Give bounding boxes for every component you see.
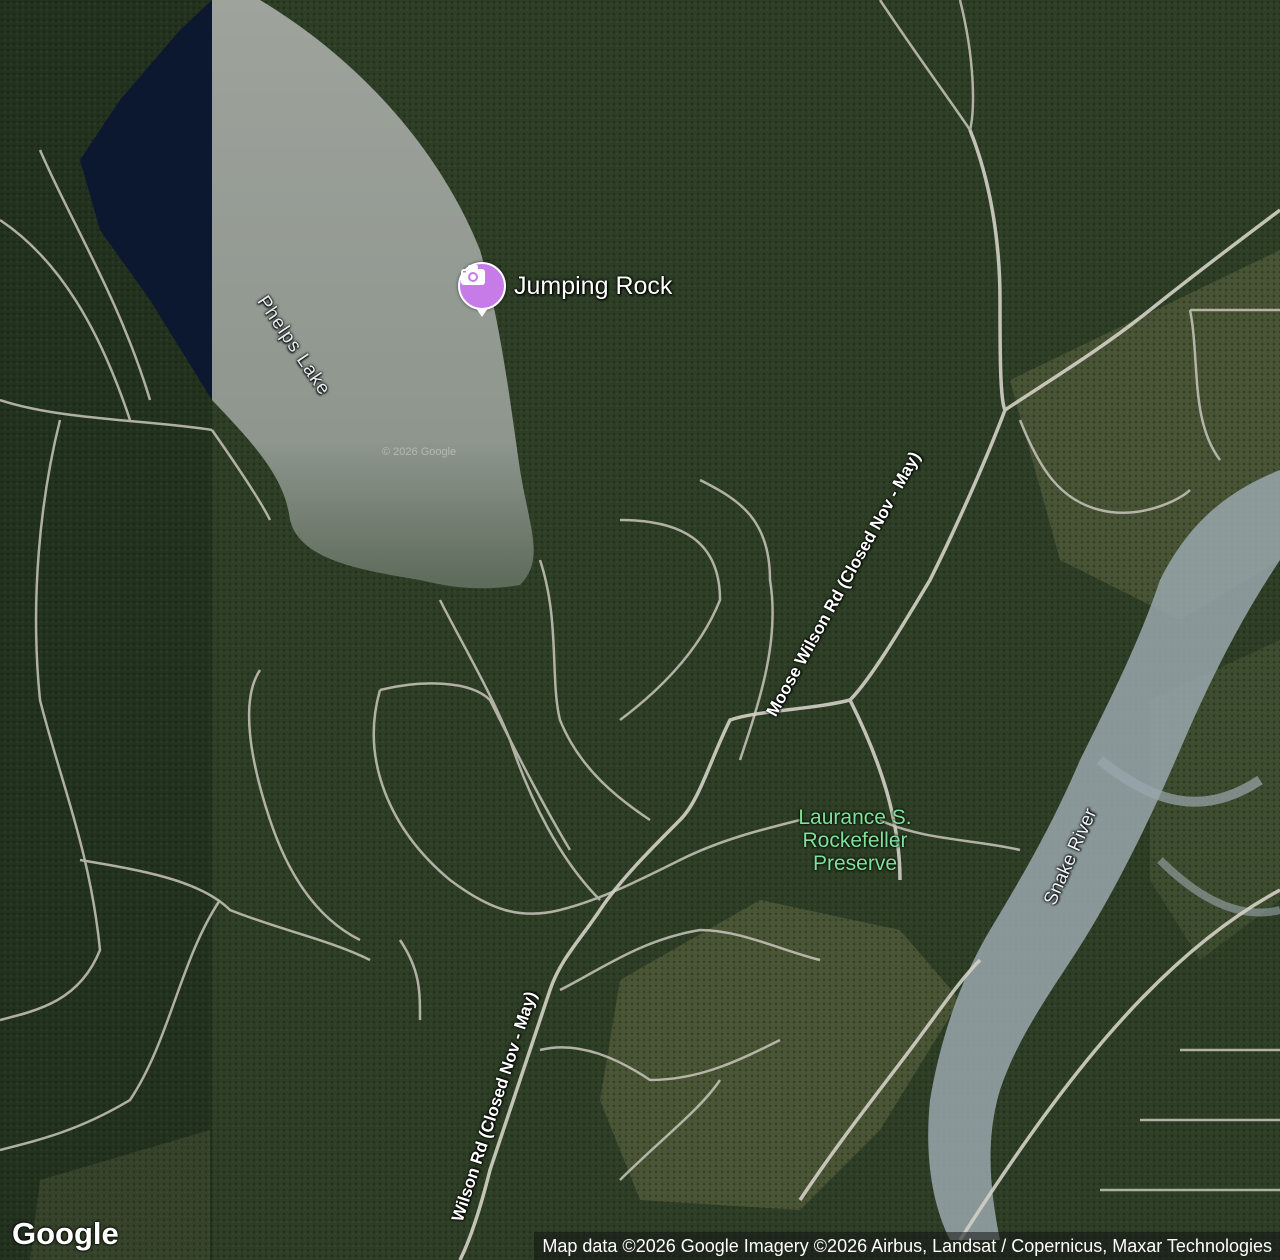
camera-icon[interactable] — [458, 262, 506, 317]
satellite-map[interactable]: © 2026 Google Phelps Lake Moose Wilson R… — [0, 0, 1280, 1260]
map-watermark: © 2026 Google — [382, 446, 457, 458]
map-attribution[interactable]: Map data ©2026 Google Imagery ©2026 Airb… — [534, 1232, 1280, 1260]
poi-label[interactable]: Jumping Rock — [514, 272, 672, 301]
preserve-label[interactable]: Laurance S. Rockefeller Preserve — [770, 806, 940, 875]
poi-marker-jumping-rock[interactable]: Jumping Rock — [458, 262, 672, 317]
google-logo: Google — [12, 1216, 119, 1251]
map-imagery — [0, 0, 1280, 1260]
